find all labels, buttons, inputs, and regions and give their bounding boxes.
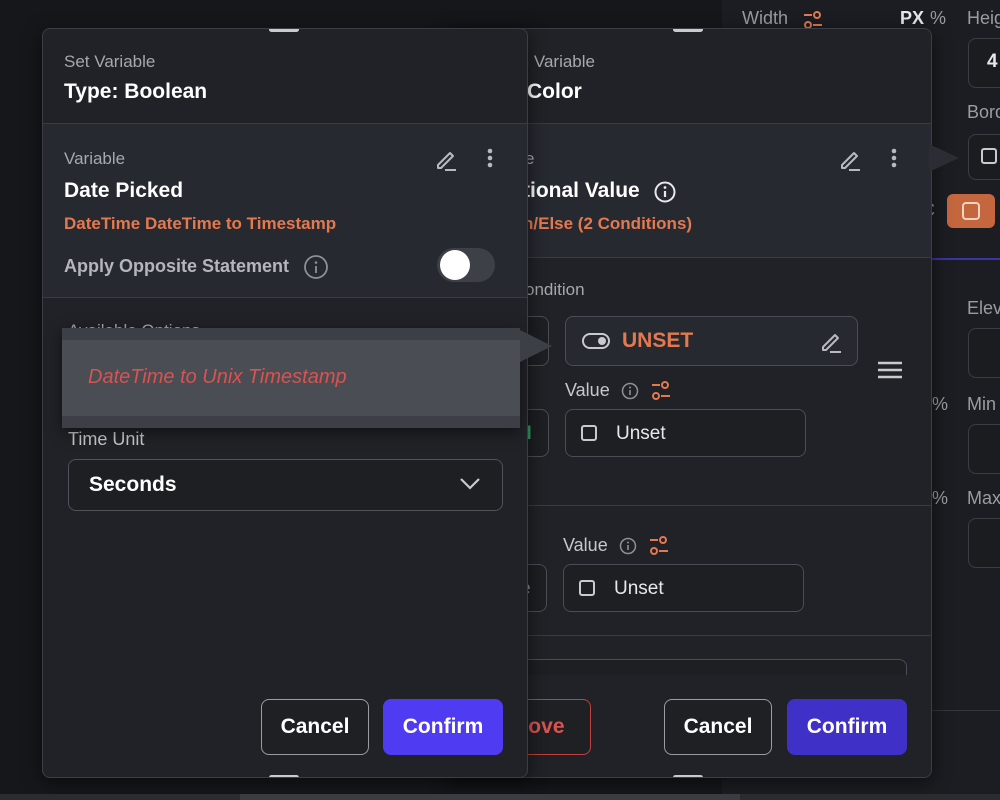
- min-input[interactable]: [968, 424, 1000, 474]
- panel-header-title: Type: Boolean: [64, 80, 208, 103]
- confirm-button[interactable]: Confirm: [383, 699, 503, 755]
- dropdown-option-selected[interactable]: DateTime to Unix Timestamp: [62, 340, 520, 416]
- height-input[interactable]: 4: [968, 38, 1000, 88]
- condition-value-field[interactable]: UNSET: [565, 316, 858, 366]
- value-label-1: Value: [565, 380, 610, 400]
- settings-sliders-icon[interactable]: [650, 380, 672, 402]
- chevron-down-icon: [460, 478, 480, 490]
- max-input[interactable]: [968, 518, 1000, 568]
- variable-label: Variable: [64, 149, 126, 168]
- edit-icon[interactable]: [837, 146, 863, 172]
- border-input[interactable]: [968, 134, 1000, 180]
- elevation-label: Elev: [967, 298, 1000, 318]
- edit-condition-icon[interactable]: [818, 328, 844, 354]
- unset-checkbox-2[interactable]: [579, 580, 595, 596]
- drag-reorder-icon[interactable]: [877, 361, 903, 379]
- height-label: Heig: [967, 8, 1000, 28]
- toggle-knob: [440, 250, 470, 280]
- scrollbar[interactable]: [240, 794, 740, 800]
- apply-opposite-toggle[interactable]: [437, 248, 495, 282]
- info-small-icon[interactable]: [621, 382, 639, 400]
- confirm-button[interactable]: Confirm: [787, 699, 907, 755]
- variable-title: Date Picked: [64, 179, 184, 202]
- pointer-arrow: [929, 144, 959, 172]
- percent-unit[interactable]: %: [930, 8, 946, 29]
- drag-handle-bottom[interactable]: [673, 775, 703, 777]
- edit-icon[interactable]: [433, 146, 459, 172]
- width-label: Width: [742, 8, 789, 28]
- elevation-input[interactable]: [968, 328, 1000, 378]
- panel-header-label: Set Variable: [64, 52, 156, 71]
- info-small-icon[interactable]: [619, 537, 637, 555]
- more-vertical-icon[interactable]: [485, 146, 495, 170]
- condition-label: ondition: [525, 280, 585, 299]
- toggle-type-icon: [582, 333, 610, 349]
- cancel-button[interactable]: Cancel: [664, 699, 772, 755]
- time-unit-dropdown[interactable]: Seconds: [68, 459, 503, 511]
- percent-unit-3[interactable]: %: [932, 488, 948, 509]
- min-label: Min: [967, 394, 997, 414]
- drag-handle-top[interactable]: [673, 29, 703, 32]
- border-label: Bord: [967, 102, 1000, 122]
- percent-unit-2[interactable]: %: [932, 394, 948, 415]
- conditional-value-title: tional Value: [523, 179, 640, 202]
- settings-sliders-icon[interactable]: [648, 535, 670, 557]
- variable-transform: DateTime DateTime to Timestamp: [64, 214, 337, 233]
- dropdown-menu: DateTime to Unix Timestamp: [62, 328, 520, 428]
- apply-opposite-label: Apply Opposite Statement: [64, 256, 290, 276]
- value-field-2[interactable]: Unset: [563, 564, 804, 612]
- info-icon[interactable]: [653, 180, 677, 204]
- px-unit[interactable]: PX: [900, 8, 924, 29]
- info-icon[interactable]: [303, 254, 329, 280]
- panel-header-title: Color: [527, 80, 582, 103]
- time-unit-label: Time Unit: [68, 429, 145, 449]
- drag-handle-top[interactable]: [269, 29, 299, 32]
- value-field-1[interactable]: Unset: [565, 409, 806, 457]
- settings-sliders-icon[interactable]: [802, 10, 824, 30]
- value-label-2: Value: [563, 535, 608, 555]
- more-vertical-icon[interactable]: [889, 146, 899, 170]
- drag-handle-bottom[interactable]: [269, 775, 299, 777]
- conditions-summary: n/Else (2 Conditions): [523, 214, 693, 233]
- unset-checkbox[interactable]: [581, 425, 597, 441]
- cancel-button[interactable]: Cancel: [261, 699, 369, 755]
- max-label: Max: [967, 488, 1000, 508]
- pointer-arrow: [520, 330, 552, 362]
- color-swatch-button[interactable]: [947, 194, 995, 228]
